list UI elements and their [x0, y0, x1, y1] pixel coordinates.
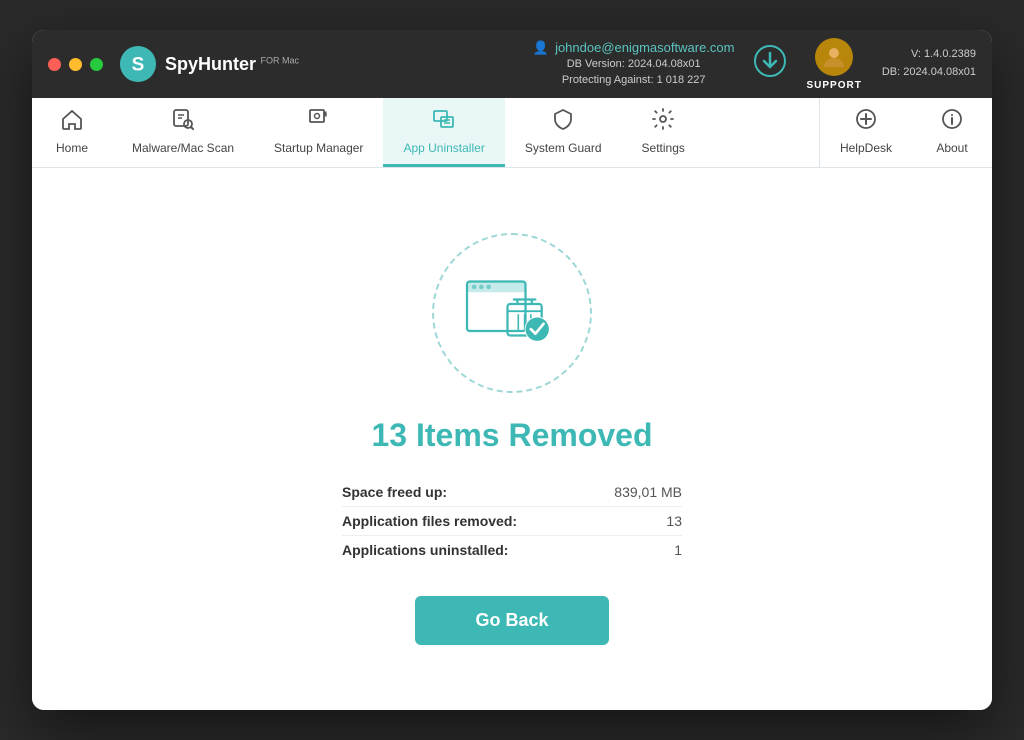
- nav-spacer: [705, 98, 819, 167]
- nav-right: HelpDesk About: [819, 98, 992, 167]
- nav-startup-manager[interactable]: Startup Manager: [254, 98, 383, 167]
- startup-manager-icon: [307, 107, 331, 137]
- nav-app-uninstaller[interactable]: App Uninstaller: [383, 98, 504, 167]
- stat-label-space: Space freed up:: [342, 484, 447, 500]
- items-removed-title: 13 Items Removed: [371, 417, 652, 454]
- user-icon: 👤: [533, 40, 549, 56]
- stat-row-files: Application files removed: 13: [342, 507, 682, 536]
- app-uninstaller-icon: [432, 107, 456, 137]
- home-icon: [60, 107, 84, 137]
- nav-helpdesk-label: HelpDesk: [840, 141, 892, 155]
- minimize-button[interactable]: [69, 58, 82, 71]
- result-icon-container: [432, 233, 592, 393]
- support-button[interactable]: SUPPORT: [806, 38, 861, 91]
- logo-icon: S: [119, 45, 157, 83]
- stats-table: Space freed up: 839,01 MB Application fi…: [342, 478, 682, 564]
- close-button[interactable]: [48, 58, 61, 71]
- logo: S SpyHunter FOR Mac: [119, 45, 299, 83]
- nav-malware-label: Malware/Mac Scan: [132, 141, 234, 155]
- malware-scan-icon: [171, 107, 195, 137]
- settings-icon: [651, 107, 675, 137]
- nav-system-guard[interactable]: System Guard: [505, 98, 622, 167]
- logo-text: SpyHunter FOR Mac: [165, 54, 299, 75]
- stat-label-apps: Applications uninstalled:: [342, 542, 508, 558]
- nav-about[interactable]: About: [912, 98, 992, 167]
- stat-value-space: 839,01 MB: [614, 484, 682, 500]
- version-info: V: 1.4.0.2389 DB: 2024.04.08x01: [882, 46, 976, 81]
- stat-label-files: Application files removed:: [342, 513, 517, 529]
- stat-value-files: 13: [666, 513, 682, 529]
- navbar: Home Malware/Mac Scan: [32, 98, 992, 168]
- nav-startup-label: Startup Manager: [274, 141, 363, 155]
- uninstall-result-illustration: [457, 268, 567, 358]
- about-icon: [940, 107, 964, 137]
- go-back-button[interactable]: Go Back: [415, 596, 608, 645]
- user-email: 👤 johndoe@enigmasoftware.com: [533, 40, 735, 56]
- nav-settings-label: Settings: [642, 141, 685, 155]
- helpdesk-icon: [854, 107, 878, 137]
- nav-settings[interactable]: Settings: [622, 98, 705, 167]
- download-button[interactable]: [754, 45, 786, 84]
- titlebar: S SpyHunter FOR Mac 👤 johndoe@enigmasoft…: [32, 30, 992, 98]
- stat-value-apps: 1: [674, 542, 682, 558]
- maximize-button[interactable]: [90, 58, 103, 71]
- db-info: DB Version: 2024.04.08x01 Protecting Aga…: [562, 56, 706, 89]
- main-content: 13 Items Removed Space freed up: 839,01 …: [32, 168, 992, 710]
- traffic-lights: [48, 58, 103, 71]
- nav-app-uninstaller-label: App Uninstaller: [403, 141, 484, 155]
- nav-about-label: About: [936, 141, 967, 155]
- stat-row-apps: Applications uninstalled: 1: [342, 536, 682, 564]
- stat-row-space: Space freed up: 839,01 MB: [342, 478, 682, 507]
- header-right: SUPPORT V: 1.4.0.2389 DB: 2024.04.08x01: [754, 38, 976, 91]
- nav-helpdesk[interactable]: HelpDesk: [820, 98, 912, 167]
- app-window: S SpyHunter FOR Mac 👤 johndoe@enigmasoft…: [32, 30, 992, 710]
- nav-home[interactable]: Home: [32, 98, 112, 167]
- nav-home-label: Home: [56, 141, 88, 155]
- nav-malware-scan[interactable]: Malware/Mac Scan: [112, 98, 254, 167]
- system-guard-icon: [551, 107, 575, 137]
- svg-text:S: S: [132, 55, 145, 76]
- header-center: 👤 johndoe@enigmasoftware.com DB Version:…: [533, 40, 735, 89]
- nav-system-guard-label: System Guard: [525, 141, 602, 155]
- support-icon: [815, 38, 853, 76]
